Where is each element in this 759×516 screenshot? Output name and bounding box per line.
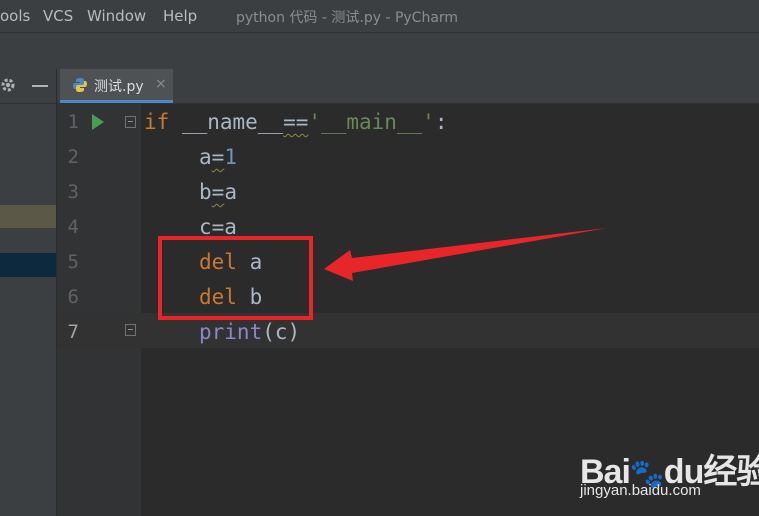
code-token: = — [211, 180, 225, 204]
number-literal: 1 — [224, 145, 237, 169]
line-number: 2 — [67, 146, 79, 168]
annotation-highlight-box — [158, 236, 313, 320]
line-number: 1 — [67, 111, 79, 133]
project-tree-row-selected[interactable] — [0, 253, 56, 277]
tab-test-py[interactable]: 测试.py × — [60, 69, 173, 103]
menu-bar: ools VCS Window Help python 代码 - 测试.py -… — [0, 0, 759, 32]
code-token: = — [211, 145, 225, 169]
code-token: (c) — [262, 320, 301, 344]
close-icon[interactable]: × — [155, 76, 167, 92]
run-triangle-icon[interactable] — [92, 114, 104, 130]
menu-tools[interactable]: ools — [0, 7, 30, 25]
line-number-current: 7 — [67, 321, 79, 343]
python-file-icon — [73, 78, 87, 92]
project-panel — [0, 69, 57, 516]
code-token: __name__ — [169, 110, 284, 134]
project-panel-header — [0, 69, 56, 104]
code-line-7: print(c) — [199, 320, 300, 344]
watermark-url: jingyan.baidu.com — [580, 482, 701, 499]
code-token: a — [199, 145, 212, 169]
line-number: 4 — [67, 216, 79, 238]
code-token: a — [224, 180, 237, 204]
gear-icon[interactable] — [0, 77, 16, 93]
line-number: 3 — [67, 181, 79, 203]
code-line-1: if __name__=='__main__': — [144, 110, 447, 134]
menu-help[interactable]: Help — [163, 7, 197, 25]
code-token: : — [434, 110, 448, 134]
code-token: b — [199, 180, 212, 204]
baidu-jingyan-watermark: Bai🐾du经验 jingyan.baidu.com — [580, 440, 759, 510]
tab-label: 测试.py — [94, 79, 144, 95]
fold-marker-icon[interactable] — [125, 324, 136, 336]
line-number: 5 — [67, 251, 79, 273]
string-literal: '__main__' — [308, 110, 435, 134]
minus-icon[interactable] — [32, 85, 48, 87]
menu-window[interactable]: Window — [87, 7, 146, 25]
builtin-function: print — [199, 320, 263, 344]
window-title: python 代码 - 测试.py - PyCharm — [236, 10, 459, 26]
code-line-3: b=a — [199, 180, 237, 204]
toolbar — [0, 32, 759, 70]
code-token: == — [283, 110, 309, 134]
project-tree-row[interactable] — [0, 205, 56, 228]
keyword: if — [144, 110, 170, 134]
code-line-2: a=1 — [199, 145, 237, 169]
editor-tab-bar: 测试.py × — [57, 69, 759, 104]
menu-vcs[interactable]: VCS — [43, 7, 73, 25]
fold-marker-icon[interactable] — [125, 116, 136, 128]
line-number: 6 — [67, 286, 79, 308]
